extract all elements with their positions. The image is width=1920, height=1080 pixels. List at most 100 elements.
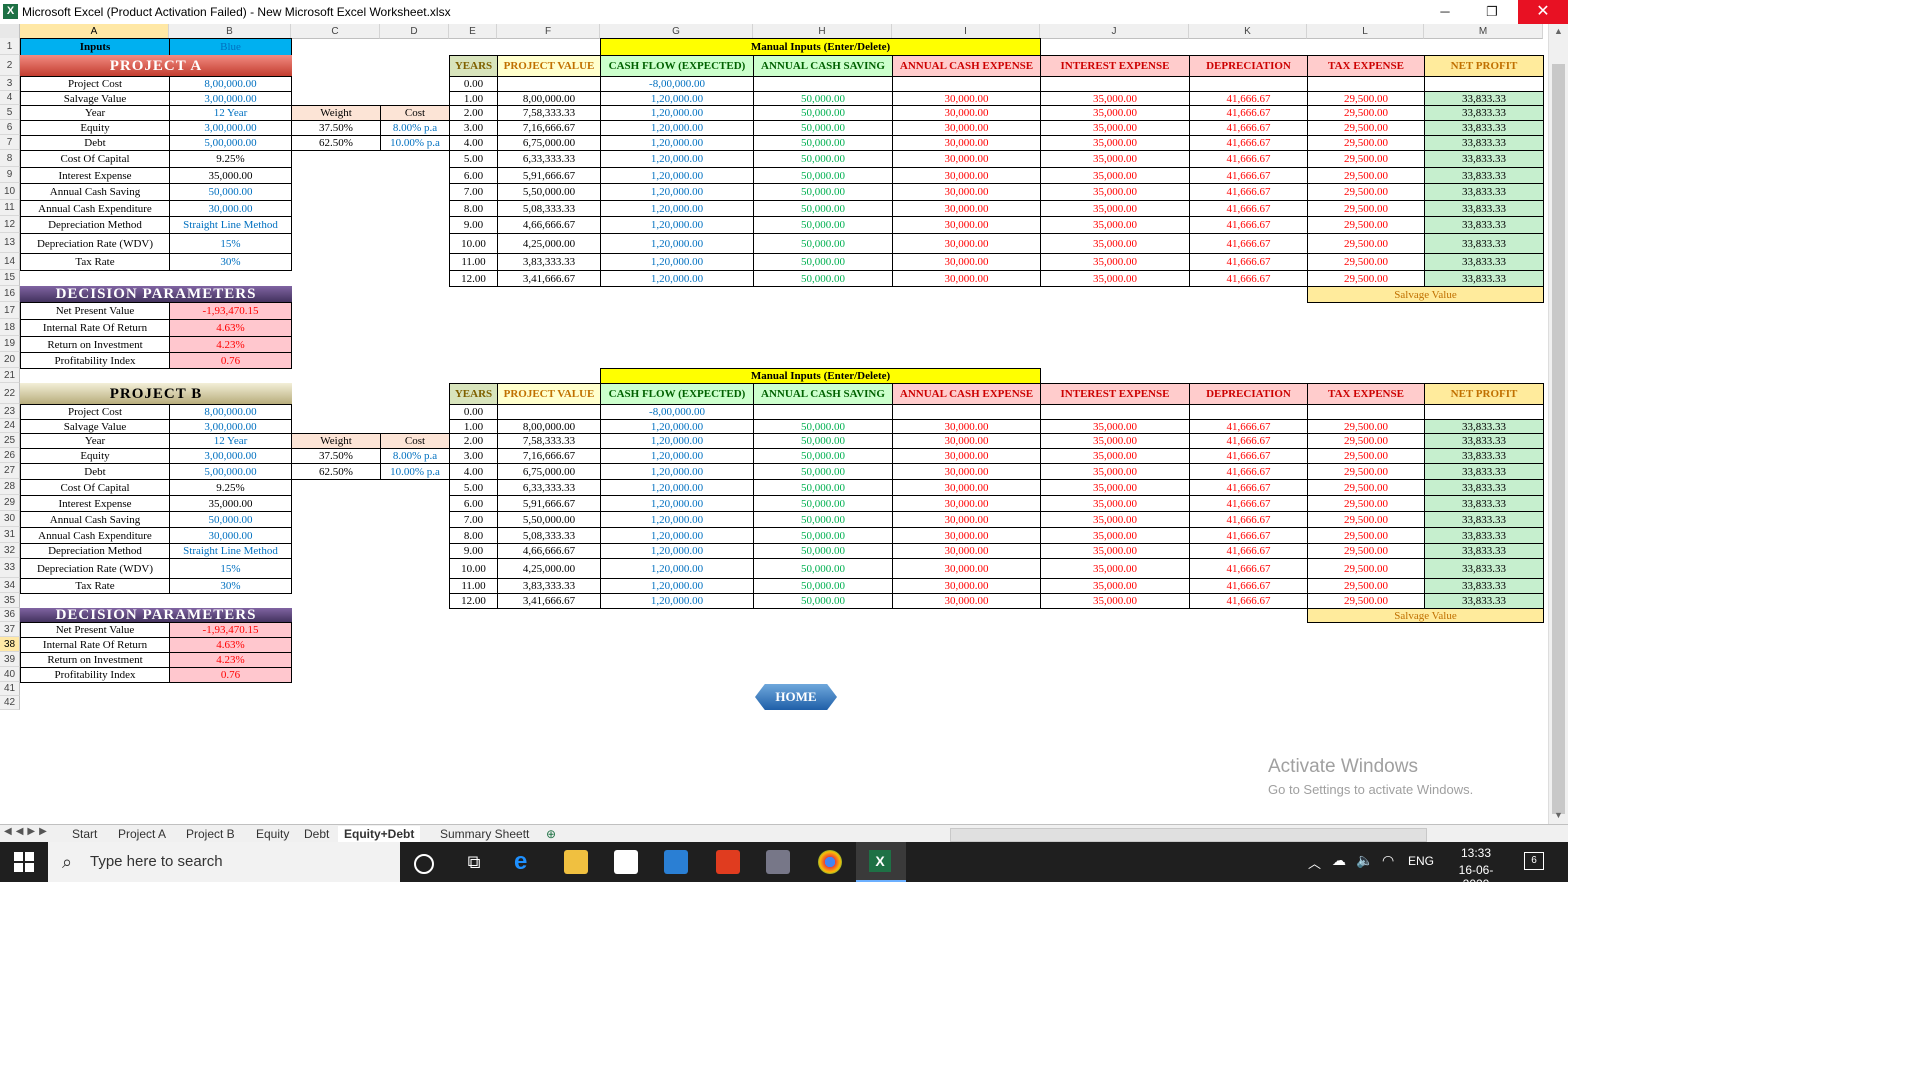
row-header-42[interactable]: 42 xyxy=(0,696,20,710)
input-value[interactable]: 35,000.00 xyxy=(169,495,292,512)
table-cell[interactable]: 10.00 xyxy=(449,233,498,254)
close-button[interactable]: ✕ xyxy=(1518,0,1568,24)
table-cell[interactable]: 1,20,000.00 xyxy=(600,150,754,168)
row-header-6[interactable]: 6 xyxy=(0,120,20,135)
input-label[interactable]: Annual Cash Saving xyxy=(20,183,170,201)
table-cell[interactable]: 41,666.67 xyxy=(1189,479,1308,496)
table-cell[interactable]: 29,500.00 xyxy=(1307,200,1425,217)
row-header-35[interactable]: 35 xyxy=(0,593,20,608)
input-value[interactable]: Straight Line Method xyxy=(169,216,292,234)
table-cell[interactable]: 30,000.00 xyxy=(892,433,1041,449)
table-cell[interactable]: 50,000.00 xyxy=(753,135,893,151)
table-header[interactable]: CASH FLOW (EXPECTED) xyxy=(600,383,754,405)
input-value[interactable]: 3,00,000.00 xyxy=(169,419,292,434)
home-button[interactable]: HOME xyxy=(755,684,837,710)
table-cell[interactable]: 30,000.00 xyxy=(892,527,1041,544)
project-banner[interactable]: PROJECT A xyxy=(20,55,292,77)
table-cell[interactable]: 41,666.67 xyxy=(1189,167,1308,184)
table-cell[interactable]: 1,20,000.00 xyxy=(600,419,754,434)
row-header-26[interactable]: 26 xyxy=(0,448,20,463)
row-header-8[interactable]: 8 xyxy=(0,150,20,167)
table-cell[interactable]: 4,66,666.67 xyxy=(497,543,601,559)
table-cell[interactable]: 33,833.33 xyxy=(1424,200,1544,217)
decision-label[interactable]: Net Present Value xyxy=(20,622,170,638)
weight-value[interactable]: 62.50% xyxy=(291,463,381,480)
table-cell[interactable]: 41,666.67 xyxy=(1189,448,1308,464)
horizontal-scrollbar[interactable] xyxy=(950,828,1427,842)
table-cell[interactable]: 35,000.00 xyxy=(1040,543,1190,559)
table-cell[interactable]: 29,500.00 xyxy=(1307,578,1425,594)
table-cell[interactable] xyxy=(753,404,893,420)
input-label[interactable]: Debt xyxy=(20,135,170,151)
decision-label[interactable]: Internal Rate Of Return xyxy=(20,319,170,337)
row-header-2[interactable]: 2 xyxy=(0,55,20,76)
table-cell[interactable]: 41,666.67 xyxy=(1189,233,1308,254)
table-cell[interactable]: 5,08,333.33 xyxy=(497,200,601,217)
input-value[interactable]: 9.25% xyxy=(169,479,292,496)
table-cell[interactable]: 29,500.00 xyxy=(1307,593,1425,609)
table-cell[interactable]: 30,000.00 xyxy=(892,479,1041,496)
table-cell[interactable]: 50,000.00 xyxy=(753,558,893,579)
decision-label[interactable]: Net Present Value xyxy=(20,302,170,320)
column-header-e[interactable]: E xyxy=(449,24,497,39)
table-header[interactable]: CASH FLOW (EXPECTED) xyxy=(600,55,754,77)
input-value[interactable]: 5,00,000.00 xyxy=(169,135,292,151)
table-cell[interactable]: 35,000.00 xyxy=(1040,270,1190,287)
table-cell[interactable]: 12.00 xyxy=(449,593,498,609)
weight-value[interactable]: 37.50% xyxy=(291,120,381,136)
windows-start-icon[interactable] xyxy=(14,852,34,872)
input-value[interactable]: 8,00,000.00 xyxy=(169,404,292,420)
table-cell[interactable]: 50,000.00 xyxy=(753,419,893,434)
table-cell[interactable]: -8,00,000.00 xyxy=(600,76,754,92)
row-header-19[interactable]: 19 xyxy=(0,336,20,352)
table-cell[interactable]: 29,500.00 xyxy=(1307,167,1425,184)
weight-header[interactable]: Weight xyxy=(291,433,381,449)
table-cell[interactable]: 35,000.00 xyxy=(1040,135,1190,151)
table-cell[interactable]: 30,000.00 xyxy=(892,558,1041,579)
table-cell[interactable]: 41,666.67 xyxy=(1189,433,1308,449)
table-cell[interactable]: 9.00 xyxy=(449,216,498,234)
input-value[interactable]: 12 Year xyxy=(169,433,292,449)
decision-value[interactable]: 0.76 xyxy=(169,667,292,683)
table-cell[interactable]: 1,20,000.00 xyxy=(600,120,754,136)
table-cell[interactable]: 4.00 xyxy=(449,463,498,480)
excel-taskbar-button[interactable]: X xyxy=(856,842,906,882)
table-cell[interactable]: 41,666.67 xyxy=(1189,150,1308,168)
decision-parameters-banner[interactable]: DECISION PARAMETERS xyxy=(20,286,292,303)
input-label[interactable]: Cost Of Capital xyxy=(20,150,170,168)
row-header-20[interactable]: 20 xyxy=(0,352,20,368)
clock[interactable]: 13:33 16-06-2020 xyxy=(1446,846,1506,891)
column-header-a[interactable]: A xyxy=(20,24,169,39)
chrome-icon[interactable] xyxy=(818,850,842,874)
input-value[interactable]: 50,000.00 xyxy=(169,511,292,528)
table-header[interactable]: TAX EXPENSE xyxy=(1307,383,1425,405)
input-value[interactable]: 15% xyxy=(169,558,292,579)
table-cell[interactable]: 50,000.00 xyxy=(753,150,893,168)
table-cell[interactable]: 8.00 xyxy=(449,200,498,217)
table-cell[interactable]: 35,000.00 xyxy=(1040,463,1190,480)
table-cell[interactable]: 1,20,000.00 xyxy=(600,200,754,217)
column-header-i[interactable]: I xyxy=(892,24,1040,39)
input-value[interactable]: 35,000.00 xyxy=(169,167,292,184)
weight-value[interactable]: 37.50% xyxy=(291,448,381,464)
row-header-27[interactable]: 27 xyxy=(0,463,20,479)
table-cell[interactable]: 30,000.00 xyxy=(892,120,1041,136)
table-cell[interactable]: 35,000.00 xyxy=(1040,105,1190,121)
table-cell[interactable]: 5,08,333.33 xyxy=(497,527,601,544)
task-view-icon[interactable]: ⧉ xyxy=(462,850,486,874)
table-cell[interactable]: 50,000.00 xyxy=(753,253,893,271)
table-cell[interactable]: 29,500.00 xyxy=(1307,253,1425,271)
cost-header[interactable]: Cost xyxy=(380,433,450,449)
table-cell[interactable]: 41,666.67 xyxy=(1189,558,1308,579)
salvage-value-label[interactable]: Salvage Value xyxy=(1307,608,1544,623)
input-label[interactable]: Interest Expense xyxy=(20,167,170,184)
table-cell[interactable]: 3,41,666.67 xyxy=(497,270,601,287)
table-cell[interactable]: 1,20,000.00 xyxy=(600,270,754,287)
row-header-18[interactable]: 18 xyxy=(0,319,20,336)
table-cell[interactable]: 4.00 xyxy=(449,135,498,151)
scroll-down-icon[interactable]: ▼ xyxy=(1554,810,1563,820)
table-cell[interactable]: 35,000.00 xyxy=(1040,419,1190,434)
table-cell[interactable]: 4,25,000.00 xyxy=(497,233,601,254)
input-label[interactable]: Depreciation Method xyxy=(20,543,170,559)
input-label[interactable]: Tax Rate xyxy=(20,253,170,271)
